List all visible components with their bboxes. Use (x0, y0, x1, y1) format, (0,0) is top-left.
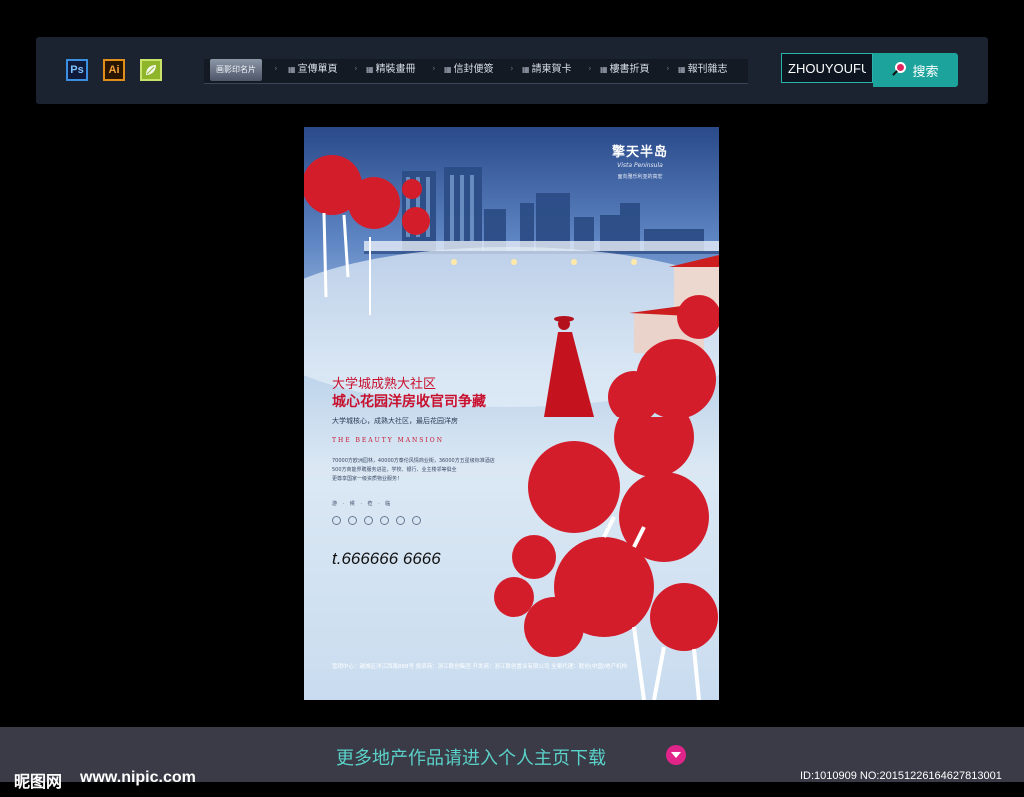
tab-label: 精裝畫冊 (375, 64, 416, 75)
feature-icon (412, 516, 421, 525)
tab-flyer[interactable]: ▦ 宣傳單頁 (288, 59, 338, 81)
poster-footer: 营销中心：越城区洋江西路888号 投资商：浙江联创集团 开发商：浙江联创置业有限… (332, 664, 628, 670)
search-icon (892, 62, 908, 78)
nav-separator: › (432, 64, 436, 74)
brand-logo: 擎天半岛 Vista Peninsula 面向雅乐利亚的高宏 (600, 141, 680, 180)
grid-icon: ▦ (522, 65, 530, 74)
poster-body-line: 70000方欧洲园林，40000方泰伦风情商业街，36000方五星级标准酒店 (332, 458, 495, 464)
search-input[interactable] (781, 53, 873, 83)
poster-preview[interactable]: 擎天半岛 Vista Peninsula 面向雅乐利亚的高宏 大学城成熟大社区 … (304, 127, 719, 700)
nav-separator: › (274, 64, 278, 74)
nav-separator: › (510, 64, 514, 74)
brand-tagline: 面向雅乐利亚的高宏 (617, 174, 663, 180)
toolbar: Ps Ai 画影印名片 › ▦ 宣傳單頁 › ▦ 精裝畫冊 › ▦ 信封便簽 › ▦ 請… (36, 37, 988, 104)
tab-label: 信封便簽 (453, 64, 494, 75)
nav-separator: › (666, 64, 670, 74)
poster-body-line: 更尊享国家一级资质物业服务！ (332, 476, 403, 482)
category-nav: 画影印名片 › ▦ 宣傳單頁 › ▦ 精裝畫冊 › ▦ 信封便簽 › ▦ 請柬賀卡 › … (204, 59, 748, 84)
feature-icon (364, 516, 373, 525)
tab-label: 樓書折頁 (609, 64, 650, 75)
grid-icon: ▦ (366, 65, 374, 74)
site-url: www.nipic.com (80, 769, 196, 786)
feature-icons (332, 516, 421, 525)
tab-envelope[interactable]: ▦ 信封便簽 (444, 59, 494, 81)
feature-icon (396, 516, 405, 525)
search-button[interactable]: 搜索 (873, 53, 958, 87)
poster-description: 大学城核心，成熟大社区，最后花园洋房 (332, 417, 458, 425)
tab-label: 請柬賀卡 (531, 64, 572, 75)
tab-folding-book[interactable]: ▦ 樓書折頁 (600, 59, 650, 81)
photoshop-icon[interactable]: Ps (66, 59, 88, 81)
nav-separator: › (588, 64, 592, 74)
tab-invitation[interactable]: ▦ 請柬賀卡 (522, 59, 572, 81)
tab-label: 宣傳單頁 (297, 64, 338, 75)
tab-brochure[interactable]: ▦ 精裝畫冊 (366, 59, 416, 81)
search-button-label: 搜索 (912, 64, 939, 80)
tab-magazine[interactable]: ▦ 報刊雜志 (678, 59, 728, 81)
brand-name: 擎天半岛 (611, 145, 668, 160)
poster-body-line: 500方商能界聘服务进驻，学校、银行、业主楼邻等俱全 (332, 467, 457, 473)
grid-icon: ▦ (600, 65, 608, 74)
brand-script: Vista Peninsula (617, 162, 663, 169)
feature-icon (332, 516, 341, 525)
feature-icon (380, 516, 389, 525)
leaf-logo-icon[interactable] (140, 59, 162, 81)
site-logo: 昵图网 (14, 772, 63, 791)
nav-separator: › (354, 64, 358, 74)
poster-english-title: THE BEAUTY MANSION (332, 437, 444, 444)
illustrator-icon[interactable]: Ai (103, 59, 125, 81)
feature-labels: 游 · 候 · 莅 · 临 (332, 501, 393, 507)
poster-headline: 大学城成熟大社区 (332, 377, 437, 392)
grid-icon: ▦ (444, 65, 452, 74)
tab-business-card[interactable]: 画影印名片 (210, 59, 262, 81)
poster-subheadline: 城心花园洋房收官司争藏 (332, 394, 486, 410)
poster-body: 70000方欧洲园林，40000方泰伦风情商业街，36000方五星级标准酒店 5… (332, 457, 522, 484)
tab-label: 報刊雜志 (687, 64, 728, 75)
poster-phone: t.666666 6666 (332, 549, 441, 568)
leaf-icon (146, 65, 156, 75)
feature-icon (348, 516, 357, 525)
image-id: ID:1010909 NO:20151226164627813001 (800, 770, 1002, 782)
grid-icon: ▦ (678, 65, 686, 74)
grid-icon: ▦ (288, 65, 296, 74)
